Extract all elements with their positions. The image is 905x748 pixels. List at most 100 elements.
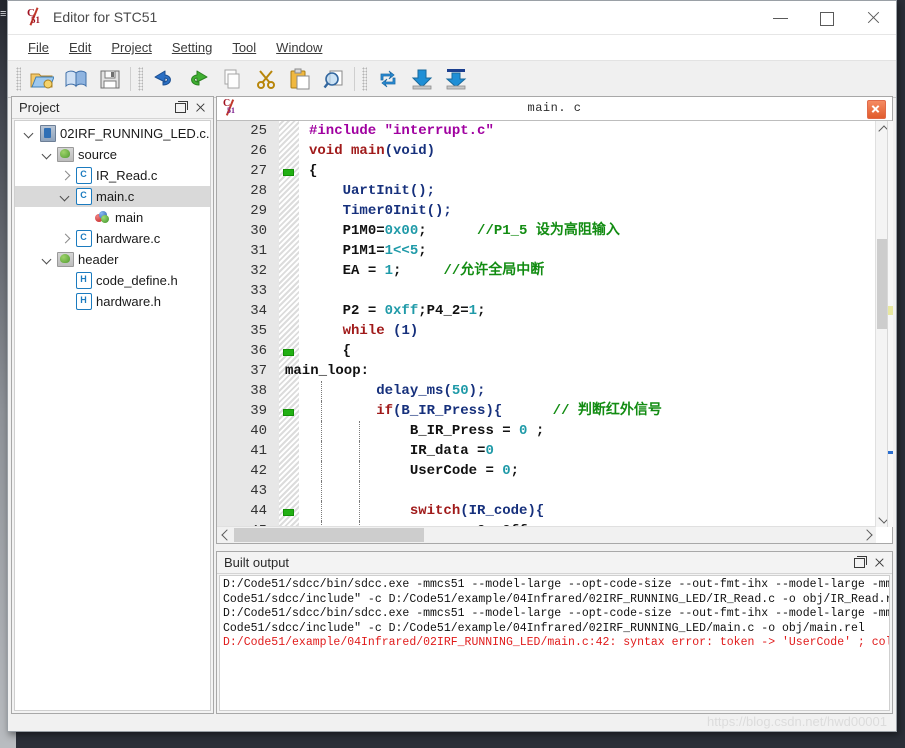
- horizontal-scroll-thumb[interactable]: [234, 528, 424, 542]
- code-line[interactable]: 28 UartInit();: [217, 181, 876, 201]
- project-close-button[interactable]: [191, 99, 209, 116]
- code-line[interactable]: 35 while (1): [217, 321, 876, 341]
- tree-item-project-root[interactable]: 02IRF_RUNNING_LED.c...: [15, 123, 210, 144]
- code-token: switch: [409, 503, 461, 519]
- code-token: (IR_code){: [460, 503, 545, 519]
- application-window: C 51 Editor for STC51 File Edit Project S…: [7, 0, 897, 732]
- tree-item-source-folder[interactable]: source: [15, 144, 210, 165]
- code-line[interactable]: 29 Timer0Init();: [217, 201, 876, 221]
- built-output-text[interactable]: D:/Code51/sdcc/bin/sdcc.exe -mmcs51 --mo…: [219, 575, 890, 711]
- minimize-button[interactable]: [758, 1, 804, 33]
- menu-item-project[interactable]: Project: [101, 37, 161, 58]
- code-line[interactable]: 26 void main(void): [217, 141, 876, 161]
- code-token: ;: [527, 423, 545, 439]
- tab-close-button[interactable]: [867, 100, 886, 119]
- menu-item-setting[interactable]: Setting: [162, 37, 222, 58]
- project-float-button[interactable]: [171, 99, 189, 116]
- twisty-down-icon[interactable]: [21, 123, 38, 144]
- cut-icon[interactable]: [250, 63, 282, 95]
- fold-collapse-icon[interactable]: [283, 509, 294, 516]
- code-editor: C 51 main. c 25 #include "interrupt.c" 26 vo…: [216, 96, 893, 544]
- menu-item-edit[interactable]: Edit: [59, 37, 101, 58]
- find-icon[interactable]: [318, 63, 350, 95]
- toolbar-grip[interactable]: [138, 67, 143, 91]
- output-close-button[interactable]: [870, 554, 888, 571]
- code-token: (: [384, 143, 394, 159]
- scroll-left-arrow-icon[interactable]: [217, 527, 233, 543]
- download-icon[interactable]: [440, 63, 472, 95]
- code-line[interactable]: 33: [217, 281, 876, 301]
- code-line[interactable]: 34 P2 = 0xff;P4_2=1;: [217, 301, 876, 321]
- code-line[interactable]: 30 P1M0=0x00; //P1_5 设为高阻输入: [217, 221, 876, 241]
- folder-icon: [56, 144, 75, 165]
- code-line[interactable]: 40 B_IR_Press = 0 ;: [217, 421, 876, 441]
- tree-item-header-folder[interactable]: header: [15, 249, 210, 270]
- code-line[interactable]: 43: [217, 481, 876, 501]
- toolbar-grip[interactable]: [362, 67, 367, 91]
- code-token: // 判断红外信号: [552, 403, 662, 419]
- code-text: UartInit();: [309, 181, 435, 201]
- menu-label-file: File: [28, 40, 49, 55]
- save-icon[interactable]: [94, 63, 126, 95]
- tree-item-main-function[interactable]: main: [15, 207, 210, 228]
- code-line[interactable]: 42 UserCode = 0;: [217, 461, 876, 481]
- code-line[interactable]: 41 IR_data =0: [217, 441, 876, 461]
- build-error-line[interactable]: D:/Code51/example/04Infrared/02IRF_RUNNI…: [223, 636, 889, 651]
- tree-item-hardware-h[interactable]: H hardware.h: [15, 291, 210, 312]
- code-token: "interrupt.c": [384, 123, 494, 139]
- line-number: 44: [250, 503, 267, 519]
- fold-collapse-icon[interactable]: [283, 169, 294, 176]
- paste-icon[interactable]: [284, 63, 316, 95]
- copy-icon[interactable]: [216, 63, 248, 95]
- menu-item-file[interactable]: File: [18, 37, 59, 58]
- tree-item-ir-read-c[interactable]: C IR_Read.c: [15, 165, 210, 186]
- open-book-icon[interactable]: [60, 63, 92, 95]
- twisty-right-icon[interactable]: [57, 165, 74, 186]
- twisty-right-icon[interactable]: [57, 228, 74, 249]
- line-number: 35: [250, 323, 267, 339]
- output-float-button[interactable]: [850, 554, 868, 571]
- code-line[interactable]: 36 {: [217, 341, 876, 361]
- code-line[interactable]: 25 #include "interrupt.c": [217, 121, 876, 141]
- toolbar-grip[interactable]: [16, 67, 21, 91]
- menu-item-window[interactable]: Window: [266, 37, 332, 58]
- menu-item-tool[interactable]: Tool: [222, 37, 266, 58]
- code-line[interactable]: 39 if(B_IR_Press){ // 判断红外信号: [217, 401, 876, 421]
- open-project-icon[interactable]: [26, 63, 58, 95]
- code-token: //P1_5 设为高阻输入: [477, 223, 620, 239]
- project-tree[interactable]: 02IRF_RUNNING_LED.c... source C IR_Read.…: [14, 120, 211, 711]
- tree-item-code-define-h[interactable]: H code_define.h: [15, 270, 210, 291]
- undo-icon[interactable]: [148, 63, 180, 95]
- code-token: UartInit: [342, 183, 410, 199]
- code-token: P1M1=: [342, 243, 385, 259]
- code-text: UserCode = 0;: [309, 461, 519, 481]
- code-line[interactable]: 27 {: [217, 161, 876, 181]
- maximize-button[interactable]: [804, 1, 850, 33]
- code-scroll-viewport[interactable]: 25 #include "interrupt.c" 26 void main(void…: [217, 121, 876, 543]
- code-token: ;: [418, 223, 478, 239]
- fold-collapse-icon[interactable]: [283, 409, 294, 416]
- code-line[interactable]: 32 EA = 1; //允许全局中断: [217, 261, 876, 281]
- scroll-right-arrow-icon[interactable]: [860, 527, 876, 543]
- rebuild-icon[interactable]: [372, 63, 404, 95]
- code-line[interactable]: 44 switch(IR_code){: [217, 501, 876, 521]
- build-icon[interactable]: [406, 63, 438, 95]
- twisty-down-icon[interactable]: [57, 186, 74, 207]
- editor-horizontal-scrollbar[interactable]: [217, 526, 876, 543]
- twisty-down-icon[interactable]: [39, 249, 56, 270]
- code-line[interactable]: 38 delay_ms(50);: [217, 381, 876, 401]
- code-line[interactable]: 31 P1M1=1<<5;: [217, 241, 876, 261]
- close-button[interactable]: [850, 1, 896, 33]
- tree-item-main-c[interactable]: C main.c: [15, 186, 210, 207]
- twisty-down-icon[interactable]: [39, 144, 56, 165]
- code-line[interactable]: 37 main_loop:: [217, 361, 876, 381]
- redo-icon[interactable]: [182, 63, 214, 95]
- build-output-line: Code51/sdcc/include" -c D:/Code51/exampl…: [223, 621, 865, 635]
- tree-item-hardware-c[interactable]: C hardware.c: [15, 228, 210, 249]
- fold-collapse-icon[interactable]: [283, 349, 294, 356]
- code-area[interactable]: 25 #include "interrupt.c" 26 void main(void…: [217, 121, 892, 543]
- editor-tab-title[interactable]: main. c: [217, 101, 892, 115]
- code-token: P1M0=: [342, 223, 385, 239]
